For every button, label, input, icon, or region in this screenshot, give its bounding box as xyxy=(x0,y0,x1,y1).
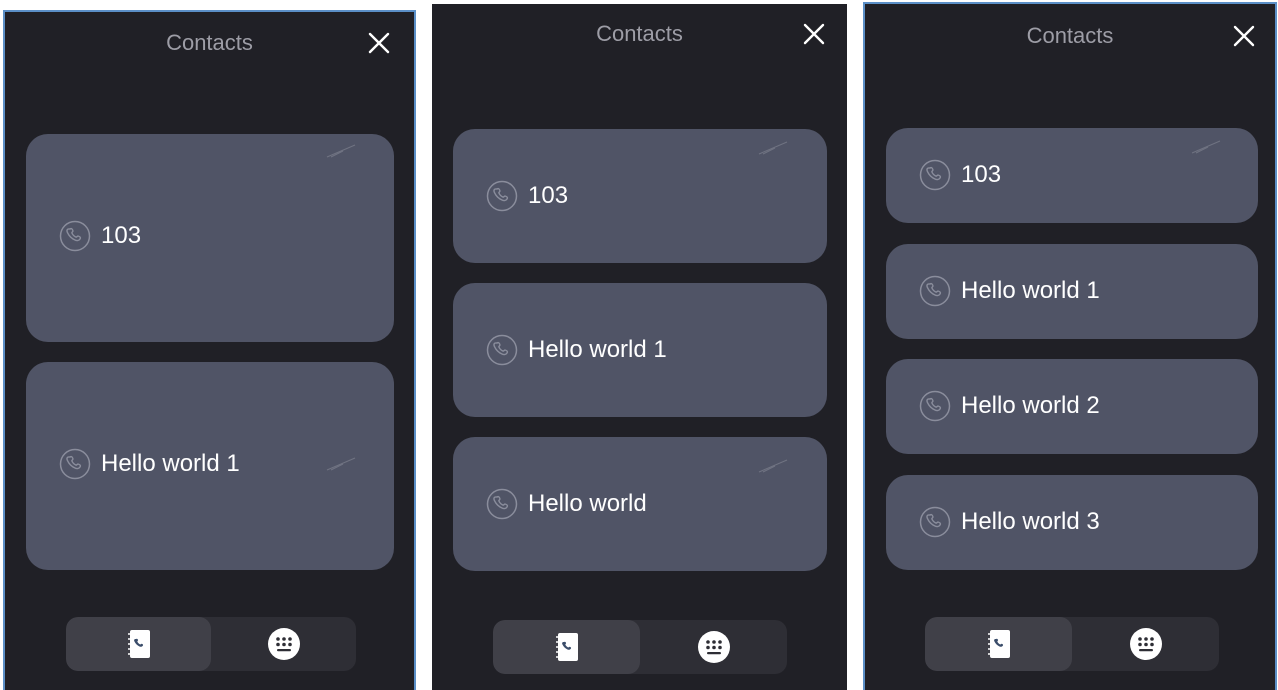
bottom-tab-bar xyxy=(493,620,787,674)
watermark-icon xyxy=(1191,140,1221,154)
watermark-icon xyxy=(758,141,788,155)
tab-dialpad[interactable] xyxy=(1072,617,1219,671)
contact-name: Hello world 1 xyxy=(961,277,1100,304)
phone-icon xyxy=(919,159,951,191)
phone-icon xyxy=(59,448,91,480)
bottom-tab-bar xyxy=(66,617,356,671)
dialpad-icon xyxy=(1129,628,1162,660)
contact-name: Hello world 2 xyxy=(961,392,1100,419)
contact-card[interactable]: Hello world xyxy=(453,437,827,571)
contact-row: Hello world 1 xyxy=(486,334,667,366)
page-title: Contacts xyxy=(166,30,253,55)
close-button[interactable] xyxy=(367,31,395,59)
close-button[interactable] xyxy=(802,22,830,50)
contact-card[interactable]: Hello world 3 xyxy=(886,475,1258,570)
close-icon xyxy=(1233,25,1255,47)
dialpad-icon xyxy=(697,631,730,663)
contact-name: 103 xyxy=(101,222,142,249)
contact-row: 103 xyxy=(59,220,141,252)
watermark-icon xyxy=(758,459,788,473)
phone-icon xyxy=(919,390,951,422)
contacts-screen-2: Contacts 103 Hello world 1 Hello world xyxy=(432,4,847,690)
dialpad-icon xyxy=(267,628,300,660)
contact-row: Hello world xyxy=(486,488,647,520)
contacts-book-icon xyxy=(555,633,578,661)
page-title: Contacts xyxy=(1026,23,1114,48)
tab-contacts[interactable] xyxy=(66,617,211,671)
contacts-book-icon xyxy=(127,630,150,658)
contact-name: Hello world 1 xyxy=(101,450,240,477)
contacts-book-icon xyxy=(987,630,1010,658)
contact-card[interactable]: Hello world 1 xyxy=(453,283,827,417)
contact-card[interactable]: Hello world 1 xyxy=(886,244,1258,339)
tab-dialpad[interactable] xyxy=(211,617,356,671)
contact-name: 103 xyxy=(528,182,569,209)
contact-card[interactable]: 103 xyxy=(26,134,394,342)
tab-contacts[interactable] xyxy=(493,620,640,674)
contact-card[interactable]: 103 xyxy=(453,129,827,263)
contact-row: Hello world 1 xyxy=(919,275,1100,307)
phone-icon xyxy=(919,506,951,538)
contacts-screen-1: Contacts 103 Hello world 1 xyxy=(3,10,416,690)
contact-name: 103 xyxy=(961,161,1002,188)
close-button[interactable] xyxy=(1232,24,1260,52)
contact-row: 103 xyxy=(486,180,568,212)
phone-icon xyxy=(486,334,518,366)
contact-row: Hello world 3 xyxy=(919,506,1100,538)
phone-icon xyxy=(486,180,518,212)
bottom-tab-bar xyxy=(925,617,1219,671)
phone-icon xyxy=(919,275,951,307)
contact-row: Hello world 1 xyxy=(59,448,240,480)
contact-name: Hello world 3 xyxy=(961,508,1100,535)
tab-dialpad[interactable] xyxy=(640,620,787,674)
close-icon xyxy=(368,32,390,54)
contact-card[interactable]: Hello world 1 xyxy=(26,362,394,570)
watermark-icon xyxy=(326,144,356,158)
tab-contacts[interactable] xyxy=(925,617,1072,671)
contact-card[interactable]: 103 xyxy=(886,128,1258,223)
contact-name: Hello world xyxy=(528,490,647,517)
contact-row: 103 xyxy=(919,159,1001,191)
contacts-screen-3: Contacts 103 Hello world 1 Hello world 2 xyxy=(863,2,1277,690)
watermark-icon xyxy=(326,457,356,471)
contact-row: Hello world 2 xyxy=(919,390,1100,422)
phone-icon xyxy=(486,488,518,520)
contact-name: Hello world 1 xyxy=(528,336,667,363)
page-title: Contacts xyxy=(596,21,683,46)
contact-card[interactable]: Hello world 2 xyxy=(886,359,1258,454)
phone-icon xyxy=(59,220,91,252)
close-icon xyxy=(803,23,825,45)
